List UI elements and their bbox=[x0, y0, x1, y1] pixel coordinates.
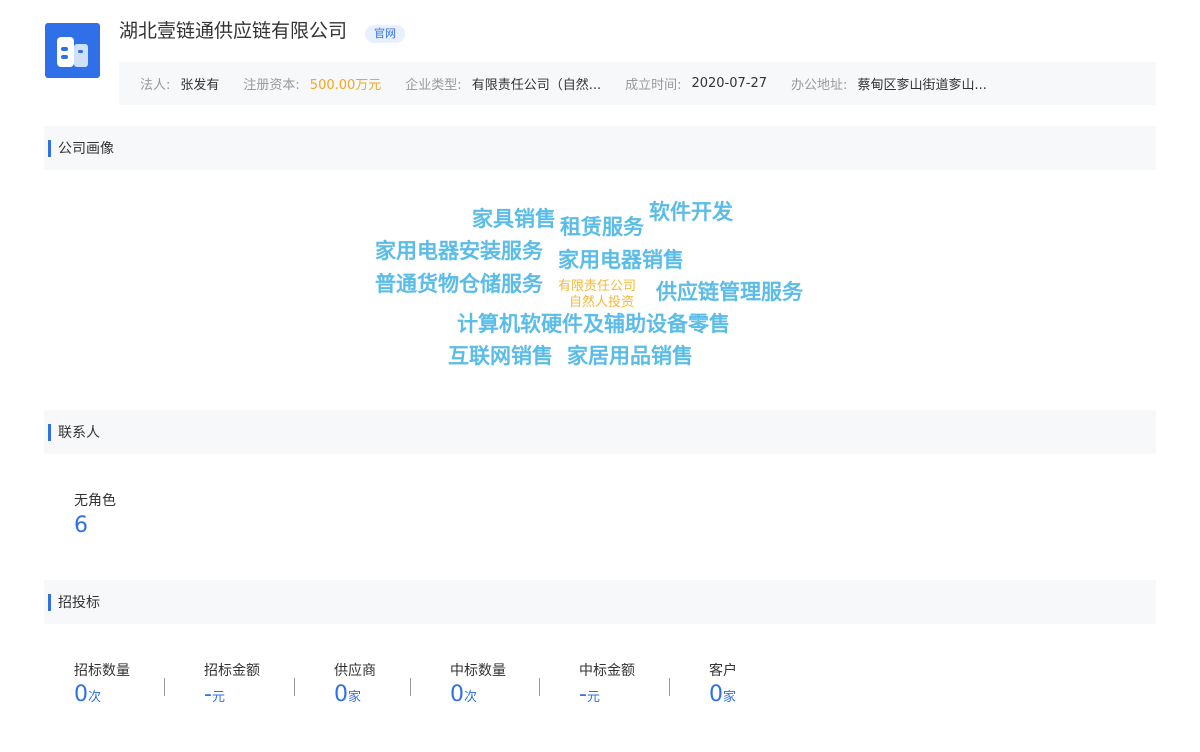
info-legal-person: 法人: 张发有 bbox=[140, 74, 219, 93]
section-header-bidding: 招投标 bbox=[44, 580, 1156, 624]
stat-value[interactable]: 0次 bbox=[450, 682, 539, 708]
stat-unit: 家 bbox=[348, 690, 362, 705]
stat-tender-amount: 招标金额 -元 bbox=[204, 662, 334, 708]
stat-unit: 次 bbox=[88, 690, 102, 705]
stat-number: 0 bbox=[74, 682, 88, 707]
stat-divider bbox=[164, 678, 165, 696]
cloud-word: 普通货物仓储服务 bbox=[375, 272, 543, 296]
stat-label: 招标数量 bbox=[74, 663, 130, 679]
stat-number: - bbox=[579, 682, 587, 707]
official-site-tag[interactable]: 官网 bbox=[365, 25, 405, 43]
stat-customer-count: 客户 0家 bbox=[709, 662, 789, 708]
company-info-bar: 法人: 张发有 注册资本: 500.00万元 企业类型: 有限责任公司（自然..… bbox=[119, 62, 1156, 105]
stat-win-amount: 中标金额 -元 bbox=[579, 662, 669, 708]
stat-unit: 元 bbox=[586, 690, 600, 705]
info-value: 2020-07-27 bbox=[691, 76, 768, 91]
stat-unit: 次 bbox=[464, 690, 478, 705]
info-value: 有限责任公司（自然... bbox=[471, 78, 602, 93]
section-header-portrait: 公司画像 bbox=[44, 126, 1156, 170]
stat-number: 0 bbox=[450, 682, 464, 707]
stat-value[interactable]: 0家 bbox=[334, 682, 410, 708]
section-title: 联系人 bbox=[58, 425, 100, 441]
info-value: 500.00万元 bbox=[309, 78, 382, 93]
section-accent-bar bbox=[48, 139, 51, 157]
info-established-date: 成立时间: 2020-07-27 bbox=[625, 74, 767, 93]
cloud-word: 家居用品销售 bbox=[567, 344, 693, 368]
cloud-word: 家用电器销售 bbox=[558, 248, 684, 272]
section-header-contacts: 联系人 bbox=[44, 410, 1156, 454]
cloud-word: 软件开发 bbox=[649, 200, 733, 224]
cloud-word: 家用电器安装服务 bbox=[375, 239, 543, 263]
stat-unit: 家 bbox=[723, 690, 737, 705]
cloud-word: 自然人投资 bbox=[569, 295, 635, 310]
stat-number: 0 bbox=[334, 682, 348, 707]
info-company-type: 企业类型: 有限责任公司（自然... bbox=[405, 74, 601, 93]
stat-label: 供应商 bbox=[334, 663, 376, 679]
contact-count[interactable]: 6 bbox=[74, 512, 116, 540]
info-office-address: 办公地址: 蔡甸区奓山街道奓山... bbox=[791, 74, 987, 93]
cloud-word: 计算机软硬件及辅助设备零售 bbox=[457, 312, 730, 336]
stat-divider bbox=[539, 678, 540, 696]
stat-divider bbox=[410, 678, 411, 696]
section-title: 公司画像 bbox=[58, 141, 114, 157]
stat-value[interactable]: -元 bbox=[579, 682, 669, 708]
cloud-word: 租赁服务 bbox=[560, 215, 644, 239]
cloud-word: 有限责任公司 bbox=[558, 279, 637, 294]
cloud-word: 家具销售 bbox=[472, 207, 556, 231]
contact-role-group[interactable]: 无角色 6 bbox=[74, 492, 116, 540]
stat-divider bbox=[669, 678, 670, 696]
section-accent-bar bbox=[48, 593, 51, 611]
stat-label: 中标金额 bbox=[579, 663, 635, 679]
stat-unit: 元 bbox=[211, 690, 225, 705]
info-label: 法人: bbox=[140, 78, 171, 93]
info-label: 办公地址: bbox=[791, 78, 848, 93]
stat-number: 0 bbox=[709, 682, 723, 707]
stat-supplier-count: 供应商 0家 bbox=[334, 662, 410, 708]
stat-label: 客户 bbox=[709, 663, 737, 679]
cloud-word: 互联网销售 bbox=[448, 344, 553, 368]
section-accent-bar bbox=[48, 423, 51, 441]
info-value[interactable]: 张发有 bbox=[180, 74, 219, 93]
stat-value[interactable]: 0家 bbox=[709, 682, 789, 708]
cloud-word: 供应链管理服务 bbox=[656, 280, 803, 304]
info-label: 企业类型: bbox=[405, 78, 462, 93]
stat-label: 中标数量 bbox=[450, 663, 506, 679]
stat-tender-count: 招标数量 0次 bbox=[74, 662, 164, 708]
word-cloud: 家具销售 租赁服务 软件开发 家用电器安装服务 家用电器销售 普通货物仓储服务 … bbox=[0, 170, 1200, 400]
info-label: 成立时间: bbox=[625, 78, 682, 93]
section-title: 招投标 bbox=[58, 595, 100, 611]
contact-role-label: 无角色 bbox=[74, 493, 116, 509]
stat-number: - bbox=[204, 682, 212, 707]
company-name: 湖北壹链通供应链有限公司 bbox=[119, 20, 348, 42]
info-value: 蔡甸区奓山街道奓山... bbox=[857, 78, 987, 93]
stat-label: 招标金额 bbox=[204, 663, 260, 679]
company-logo bbox=[45, 23, 100, 78]
stat-value[interactable]: 0次 bbox=[74, 682, 164, 708]
bidding-stats: 招标数量 0次 招标金额 -元 供应商 0家 中标数量 0次 中标金额 -元 客… bbox=[74, 662, 789, 708]
stat-value[interactable]: -元 bbox=[204, 682, 334, 708]
building-icon bbox=[57, 37, 88, 67]
stat-win-count: 中标数量 0次 bbox=[450, 662, 539, 708]
info-label: 注册资本: bbox=[243, 78, 300, 93]
info-registered-capital: 注册资本: 500.00万元 bbox=[243, 74, 381, 93]
